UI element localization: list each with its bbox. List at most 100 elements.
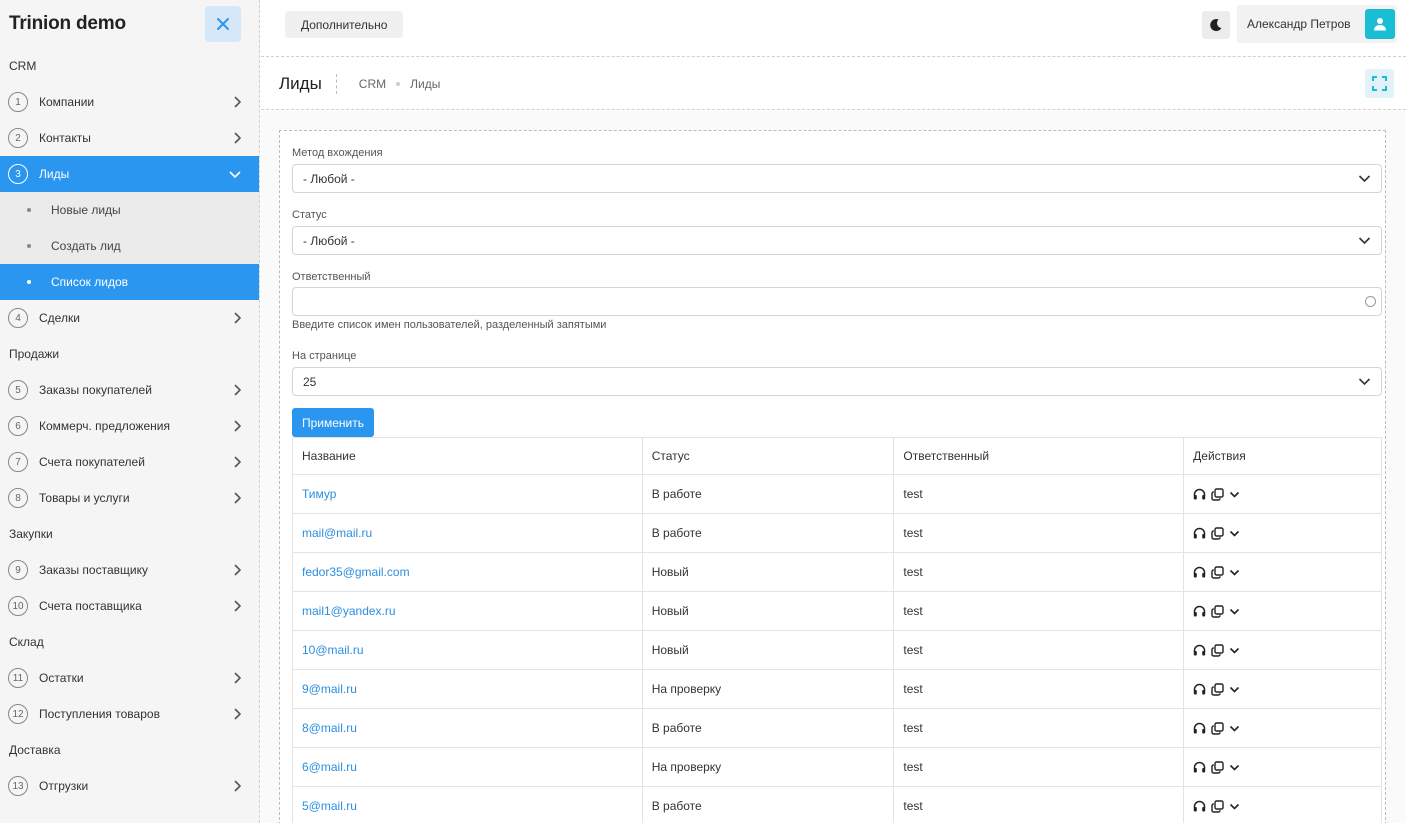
sidebar-item-label: Отгрузки <box>39 779 89 793</box>
sidebar-item-customer-invoices[interactable]: 7 Счета покупателей <box>0 444 259 480</box>
theme-toggle-button[interactable] <box>1202 11 1230 39</box>
cell-actions <box>1183 786 1382 823</box>
leads-panel: Метод вхождения - Любой - Статус - Любой… <box>279 130 1386 823</box>
fullscreen-button[interactable] <box>1365 69 1394 98</box>
column-header-responsible[interactable]: Ответственный <box>893 437 1185 475</box>
column-header-status[interactable]: Статус <box>641 437 895 475</box>
table-row: 9@mail.ru На проверку test <box>292 669 1382 709</box>
sidebar-subitem-new-leads[interactable]: Новые лиды <box>0 192 259 228</box>
close-sidebar-button[interactable] <box>205 6 241 42</box>
headset-icon[interactable] <box>1193 644 1206 656</box>
sidebar-item-contacts[interactable]: 2 Контакты <box>0 120 259 156</box>
column-header-name[interactable]: Название <box>292 437 643 475</box>
chevron-down-icon[interactable] <box>1229 723 1240 734</box>
sidebar-item-leads[interactable]: 3 Лиды <box>0 156 259 192</box>
chevron-down-icon[interactable] <box>1229 645 1240 656</box>
chevron-right-icon <box>234 456 241 468</box>
sidebar-item-supplier-invoices[interactable]: 10 Счета поставщика <box>0 588 259 624</box>
copy-icon[interactable] <box>1211 799 1224 813</box>
chevron-down-icon <box>1358 378 1371 386</box>
cell-status: Новый <box>641 591 895 631</box>
sidebar-item-products[interactable]: 8 Товары и услуги <box>0 480 259 516</box>
chevron-down-icon[interactable] <box>1229 567 1240 578</box>
sidebar-subitem-label: Новые лиды <box>51 203 121 217</box>
chevron-down-icon[interactable] <box>1229 489 1240 500</box>
cell-name: 8@mail.ru <box>292 708 643 748</box>
section-delivery: Доставка <box>9 743 61 757</box>
copy-icon[interactable] <box>1211 760 1224 774</box>
chevron-down-icon[interactable] <box>1229 684 1240 695</box>
lead-link[interactable]: mail1@yandex.ru <box>302 604 396 618</box>
extra-button[interactable]: Дополнительно <box>285 11 404 38</box>
item-number: 11 <box>8 668 28 688</box>
headset-icon[interactable] <box>1193 722 1206 734</box>
sidebar-item-quotes[interactable]: 6 Коммерч. предложения <box>0 408 259 444</box>
sidebar-item-shipments[interactable]: 13 Отгрузки <box>0 768 259 804</box>
headset-icon[interactable] <box>1193 683 1206 695</box>
lead-link[interactable]: 8@mail.ru <box>302 721 357 735</box>
sidebar-item-goods-receipts[interactable]: 12 Поступления товаров <box>0 696 259 732</box>
chevron-right-icon <box>234 564 241 576</box>
copy-icon[interactable] <box>1211 604 1224 618</box>
autocomplete-spinner-icon <box>1365 296 1376 307</box>
chevron-down-icon[interactable] <box>1229 801 1240 812</box>
sidebar-item-companies[interactable]: 1 Компании <box>0 84 259 120</box>
sidebar-subitem-create-lead[interactable]: Создать лид <box>0 228 259 264</box>
status-select-value: - Любой - <box>303 233 355 248</box>
cell-responsible: test <box>893 786 1185 823</box>
section-sales: Продажи <box>9 347 60 361</box>
chevron-down-icon[interactable] <box>1229 606 1240 617</box>
method-label: Метод вхождения <box>292 147 383 159</box>
row-actions <box>1193 643 1381 657</box>
item-number: 2 <box>8 128 28 148</box>
sidebar-item-deals[interactable]: 4 Сделки <box>0 300 259 336</box>
avatar <box>1365 9 1395 39</box>
method-select[interactable]: - Любой - <box>292 164 1382 193</box>
responsible-input[interactable] <box>292 287 1382 316</box>
copy-icon[interactable] <box>1211 526 1224 540</box>
chevron-down-icon[interactable] <box>1229 762 1240 773</box>
lead-link[interactable]: 5@mail.ru <box>302 799 357 813</box>
copy-icon[interactable] <box>1211 565 1224 579</box>
lead-link[interactable]: fedor35@gmail.com <box>302 565 410 579</box>
sidebar-item-supplier-orders[interactable]: 9 Заказы поставщику <box>0 552 259 588</box>
copy-icon[interactable] <box>1211 643 1224 657</box>
lead-link[interactable]: Тимур <box>302 487 336 501</box>
item-number: 13 <box>8 776 28 796</box>
sidebar-item-label: Контакты <box>39 131 91 145</box>
headset-icon[interactable] <box>1193 527 1206 539</box>
chevron-right-icon <box>234 672 241 684</box>
sidebar-subitem-lead-list[interactable]: Список лидов <box>0 264 259 300</box>
lead-link[interactable]: mail@mail.ru <box>302 526 372 540</box>
moon-icon <box>1210 19 1222 32</box>
item-number: 1 <box>8 92 28 112</box>
copy-icon[interactable] <box>1211 721 1224 735</box>
apply-button[interactable]: Применить <box>292 408 375 437</box>
sidebar-item-stock[interactable]: 11 Остатки <box>0 660 259 696</box>
lead-link[interactable]: 6@mail.ru <box>302 760 357 774</box>
copy-icon[interactable] <box>1211 682 1224 696</box>
breadcrumb-item-crm[interactable]: CRM <box>359 77 386 91</box>
lead-link[interactable]: 10@mail.ru <box>302 643 364 657</box>
cell-name: mail1@yandex.ru <box>292 591 643 631</box>
table-row: 10@mail.ru Новый test <box>292 630 1382 670</box>
status-select[interactable]: - Любой - <box>292 226 1382 255</box>
copy-icon[interactable] <box>1211 487 1224 501</box>
cell-responsible: test <box>893 552 1185 592</box>
headset-icon[interactable] <box>1193 761 1206 773</box>
cell-responsible: test <box>893 708 1185 748</box>
lead-link[interactable]: 9@mail.ru <box>302 682 357 696</box>
leads-submenu: Новые лиды Создать лид Список лидов <box>0 192 259 300</box>
user-menu[interactable]: Александр Петров <box>1237 5 1397 43</box>
per-page-select[interactable]: 25 <box>292 367 1382 396</box>
app-title: Trinion demo <box>9 13 126 34</box>
headset-icon[interactable] <box>1193 800 1206 812</box>
headset-icon[interactable] <box>1193 566 1206 578</box>
sidebar-item-customer-orders[interactable]: 5 Заказы покупателей <box>0 372 259 408</box>
chevron-right-icon <box>234 132 241 144</box>
chevron-right-icon <box>234 312 241 324</box>
item-number: 8 <box>8 488 28 508</box>
chevron-down-icon[interactable] <box>1229 528 1240 539</box>
headset-icon[interactable] <box>1193 488 1206 500</box>
headset-icon[interactable] <box>1193 605 1206 617</box>
